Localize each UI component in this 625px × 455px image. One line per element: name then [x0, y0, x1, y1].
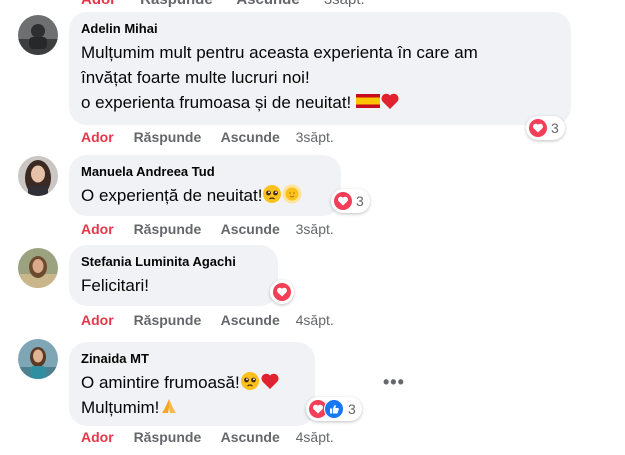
comment-bubble: Zinaida MT O amintire frumoasă! Mulțumim…: [69, 342, 315, 426]
avatar[interactable]: [18, 339, 58, 379]
pleading-face-emoji: [262, 184, 282, 204]
author-name[interactable]: Adelin Mihai: [81, 20, 559, 38]
hide-button[interactable]: Ascunde: [236, 0, 299, 8]
folded-hands-emoji: [159, 396, 179, 416]
comment-actions: Ador Răspunde Ascunde 3săpt.: [81, 129, 334, 145]
author-name[interactable]: Manuela Andreea Tud: [81, 163, 329, 181]
timestamp[interactable]: 4săpt.: [296, 312, 334, 328]
comment-actions: Ador Răspunde Ascunde 4săpt.: [81, 429, 334, 445]
flag-spain-emoji: [356, 91, 381, 111]
comment-bubble: Stefania Luminita Agachi Felicitari!: [69, 245, 278, 306]
timestamp[interactable]: 3săpt.: [296, 221, 334, 237]
red-heart-emoji: [260, 371, 280, 391]
hide-button[interactable]: Ascunde: [221, 429, 280, 445]
love-reaction-icon: [273, 283, 291, 301]
reply-button[interactable]: Răspunde: [134, 221, 202, 237]
reply-button[interactable]: Răspunde: [134, 429, 202, 445]
avatar[interactable]: [18, 15, 58, 55]
avatar[interactable]: [18, 248, 58, 288]
timestamp[interactable]: 3săpt.: [296, 129, 334, 145]
author-name[interactable]: Zinaida MT: [81, 350, 303, 368]
like-button[interactable]: Ador: [81, 0, 116, 8]
timestamp[interactable]: 3săpt.: [324, 0, 365, 8]
like-button[interactable]: Ador: [81, 312, 114, 328]
previous-comment-actions: Ador Răspunde Ascunde 3săpt.: [81, 0, 385, 8]
love-reaction-icon: [529, 119, 547, 137]
more-options-icon[interactable]: •••: [383, 372, 405, 393]
comment-line: o experienta frumoasa și de neuitat!: [81, 93, 352, 112]
comment-line: Mulțumim mult pentru aceasta experienta …: [81, 43, 478, 62]
comment-bubble: Manuela Andreea Tud O experiență de neui…: [69, 155, 341, 216]
comment-bubble: Adelin Mihai Mulțumim mult pentru aceast…: [69, 12, 571, 125]
pleading-face-emoji: [240, 371, 260, 391]
hide-button[interactable]: Ascunde: [221, 129, 280, 145]
sun-emoji: [282, 184, 302, 204]
like-button[interactable]: Ador: [81, 221, 114, 237]
hide-button[interactable]: Ascunde: [221, 221, 280, 237]
like-button[interactable]: Ador: [81, 429, 114, 445]
timestamp[interactable]: 4săpt.: [296, 429, 334, 445]
reaction-summary[interactable]: 3: [306, 397, 362, 421]
reaction-summary[interactable]: [270, 280, 294, 304]
reaction-summary[interactable]: 3: [331, 189, 370, 213]
comment-text: Mulțumim mult pentru aceasta experienta …: [81, 40, 559, 115]
like-reaction-icon: [324, 399, 344, 419]
reaction-count: 3: [348, 401, 356, 417]
reply-button[interactable]: Răspunde: [134, 129, 202, 145]
comment-line: O amintire frumoasă!: [81, 373, 240, 392]
reply-button[interactable]: Răspunde: [140, 0, 213, 8]
avatar[interactable]: [18, 156, 58, 196]
comment-actions: Ador Răspunde Ascunde 4săpt.: [81, 312, 334, 328]
reply-button[interactable]: Răspunde: [134, 312, 202, 328]
author-name[interactable]: Stefania Luminita Agachi: [81, 253, 266, 271]
like-button[interactable]: Ador: [81, 129, 114, 145]
hide-button[interactable]: Ascunde: [221, 312, 280, 328]
comment-text: O experiență de neuitat!: [81, 183, 329, 208]
love-reaction-icon: [334, 192, 352, 210]
reaction-count: 3: [551, 120, 559, 136]
comment-line: Felicitari!: [81, 276, 150, 295]
comment-line: Mulțumim!: [81, 398, 160, 417]
reaction-count: 3: [356, 193, 364, 209]
comment-text: Felicitari!: [81, 273, 266, 298]
comment-line: învățat foarte multe lucruri noi!: [81, 68, 310, 87]
reaction-summary[interactable]: 3: [526, 116, 565, 140]
comment-actions: Ador Răspunde Ascunde 3săpt.: [81, 221, 334, 237]
comment-text: O amintire frumoasă! Mulțumim!: [81, 370, 303, 420]
red-heart-emoji: [380, 91, 400, 111]
comment-line: O experiență de neuitat!: [81, 186, 263, 205]
